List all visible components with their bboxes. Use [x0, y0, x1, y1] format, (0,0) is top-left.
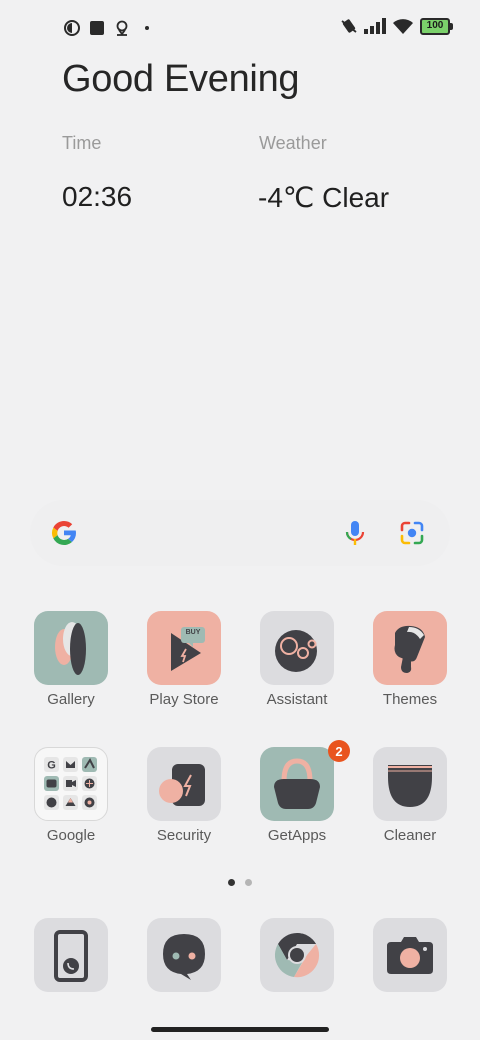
wifi-icon [392, 17, 414, 35]
battery-level: 100 [426, 20, 444, 31]
lens-icon[interactable] [398, 519, 426, 547]
weather-label: Weather [259, 133, 327, 153]
app-label: Cleaner [383, 827, 437, 844]
dock-messages[interactable] [129, 918, 239, 992]
getapps-icon [260, 747, 334, 821]
time-label: Time [62, 133, 102, 153]
dock-phone[interactable] [16, 918, 126, 992]
app-label: Gallery [47, 691, 95, 708]
time-value[interactable]: 02:36 [62, 181, 132, 213]
play-store-buy-label: BUY [185, 629, 201, 636]
page-dot[interactable] [245, 879, 252, 886]
app-label: Play Store [149, 691, 219, 708]
app-label: Google [46, 827, 96, 844]
app-themes[interactable]: Themes [355, 611, 465, 708]
phone-icon [34, 918, 108, 992]
getapps-notification-badge: 2 [328, 740, 350, 762]
dock-camera[interactable] [355, 918, 465, 992]
gallery-icon [34, 611, 108, 685]
chrome-icon [260, 918, 334, 992]
home-indicator[interactable] [151, 1027, 329, 1032]
google-g-icon [52, 520, 77, 546]
square-notification-icon [88, 19, 106, 37]
signal-icon [364, 17, 386, 35]
google-search-bar[interactable] [30, 500, 450, 566]
app-getapps[interactable]: 2 GetApps [242, 740, 352, 844]
app-notification-icon [63, 19, 81, 37]
mic-icon[interactable] [342, 519, 368, 547]
battery-icon: 100 [420, 17, 453, 35]
app-label: Assistant [266, 691, 328, 708]
google-folder-icon: G [34, 747, 108, 821]
cleaner-icon [373, 747, 447, 821]
page-indicator [228, 879, 252, 886]
status-bar-right: 100 [340, 17, 453, 35]
app-gallery[interactable]: Gallery [16, 611, 126, 708]
page-dot-active[interactable] [228, 879, 235, 886]
app-cleaner[interactable]: Cleaner [355, 747, 465, 844]
messages-icon [147, 918, 221, 992]
app-google-folder[interactable]: G Google [16, 747, 126, 844]
status-bar: 100 [0, 0, 480, 56]
weather-value[interactable]: -4℃ Clear [258, 181, 389, 214]
location-icon [113, 19, 131, 37]
dock-chrome[interactable] [242, 918, 352, 992]
security-icon [147, 747, 221, 821]
status-bar-left [63, 19, 156, 37]
greeting-title: Good Evening [62, 58, 300, 100]
more-dot-icon [138, 19, 156, 37]
app-assistant[interactable]: Assistant [242, 611, 352, 708]
assistant-icon [260, 611, 334, 685]
app-play-store[interactable]: BUY Play Store [129, 611, 239, 708]
app-label: Security [156, 827, 212, 844]
svg-text:G: G [47, 760, 56, 772]
app-security[interactable]: Security [129, 747, 239, 844]
themes-icon [373, 611, 447, 685]
app-label: GetApps [267, 827, 327, 844]
play-store-icon: BUY [147, 611, 221, 685]
vibrate-icon [340, 17, 358, 35]
app-label: Themes [382, 691, 438, 708]
camera-icon [373, 918, 447, 992]
